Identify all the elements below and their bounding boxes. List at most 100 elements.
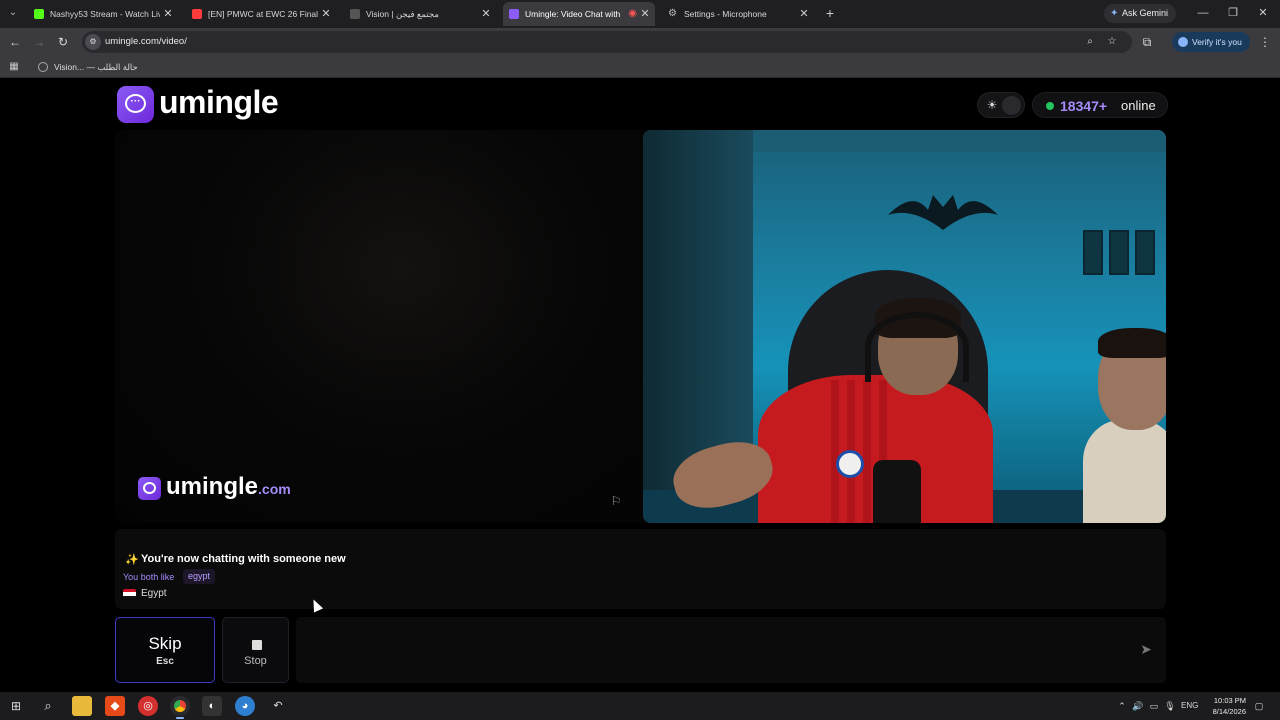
back-arrow-icon[interactable]: ←	[6, 33, 24, 51]
common-interests-label: You both like	[123, 572, 175, 582]
extensions-puzzle-icon[interactable]: ⧉	[1138, 33, 1156, 51]
tab-close-icon[interactable]: ✕	[798, 2, 810, 26]
tab-close-icon[interactable]: ✕	[162, 2, 174, 26]
watermark-suffix: .com	[258, 481, 291, 497]
stop-square-icon	[252, 640, 262, 650]
recording-icon: ◉	[628, 8, 637, 19]
stop-button[interactable]: Stop	[222, 617, 289, 683]
restore-icon[interactable]: ❐	[1223, 4, 1243, 22]
tab-title: Umingle: Video Chat with S	[525, 9, 621, 19]
tab-settings-microphone[interactable]: ⚙ Settings - Microphone ✕	[662, 2, 814, 26]
verify-identity-button[interactable]: Verify it's you	[1172, 32, 1250, 52]
gear-icon: ⚙	[668, 8, 677, 19]
report-flag-icon[interactable]: ⚐	[608, 493, 624, 509]
send-icon[interactable]: ➤	[1138, 641, 1154, 657]
app-back-icon[interactable]: ↶	[268, 696, 288, 716]
microphone-icon[interactable]: 🎙	[1163, 698, 1177, 714]
zoom-icon[interactable]: ⌕	[1082, 34, 1098, 50]
browser-menu-dots-icon[interactable]: ⋮	[1258, 33, 1272, 51]
edge-icon[interactable]: ◕	[235, 696, 255, 716]
online-label: online	[1121, 98, 1156, 113]
tray-chevron-up-icon[interactable]: ⌃	[1115, 698, 1129, 714]
verify-label: Verify it's you	[1192, 37, 1242, 47]
forward-arrow-icon[interactable]: →	[30, 33, 48, 51]
online-counter: 18347+ online	[1032, 92, 1168, 118]
bookmark-label: Vision... — حالة الطلب	[54, 62, 138, 72]
tab-title: Nashyy53 Stream - Watch Live	[50, 9, 160, 19]
toggle-knob	[1002, 96, 1021, 115]
tab-vision[interactable]: Vision | مجتمع فيجن ✕	[344, 2, 496, 26]
url-text[interactable]: umingle.com/video/	[105, 31, 187, 53]
ask-gemini-button[interactable]: ✦ Ask Gemini	[1104, 4, 1176, 23]
tab-title: Vision | مجتمع فيجن	[366, 9, 439, 19]
chat-bubble-logo-icon	[138, 477, 161, 500]
skip-label: Skip	[148, 634, 182, 653]
brave-browser-icon[interactable]: ◆	[105, 696, 125, 716]
tab-close-icon[interactable]: ✕	[639, 2, 651, 26]
online-status-dot	[1046, 102, 1054, 110]
chat-status-message: You're now chatting with someone new	[141, 553, 346, 565]
bookmark-vision[interactable]: Vision... — حالة الطلب	[36, 58, 138, 76]
clock-time: 10:03 PM	[1213, 696, 1246, 705]
stop-label: Stop	[244, 655, 267, 667]
globe-icon	[38, 62, 48, 72]
tab-strip: ⌄ Nashyy53 Stream - Watch Live ✕ [EN] PM…	[0, 0, 1280, 28]
minimize-icon[interactable]: —	[1193, 4, 1213, 22]
windows-taskbar: ⊞ ⌕ ◆ ◎ ◐ ◕ ↶ ⌃ 🔊 ▭ 🎙 ENG 10:03 PM 8/14/…	[0, 692, 1280, 720]
tab-search-chevron-icon[interactable]: ⌄	[4, 4, 22, 22]
self-camera-video	[643, 130, 1166, 523]
tab-close-icon[interactable]: ✕	[480, 2, 492, 26]
sun-icon: ☀	[986, 98, 998, 112]
file-explorer-icon[interactable]	[72, 696, 92, 716]
chrome-icon[interactable]	[170, 696, 190, 719]
windows-start-icon[interactable]: ⊞	[6, 696, 26, 716]
wall-decoration	[888, 195, 998, 230]
ask-gemini-label: Ask Gemini	[1122, 8, 1169, 18]
chat-panel: ✨ You're now chatting with someone new Y…	[115, 529, 1166, 609]
skip-button[interactable]: Skip Esc	[115, 617, 215, 683]
address-bar[interactable]: ⚙ umingle.com/video/ ⌕ ☆	[82, 31, 1132, 53]
chat-bubble-logo-icon: ···	[117, 86, 154, 123]
language-indicator[interactable]: ENG	[1181, 698, 1198, 714]
video-stage: umingle.com ⚐	[115, 130, 1166, 523]
reload-icon[interactable]: ↻	[54, 33, 72, 51]
tab-pmwc-finals[interactable]: [EN] PMWC at EWC 26 Finals D ✕	[186, 2, 336, 26]
egypt-flag-icon	[123, 589, 136, 599]
online-count: 18347+	[1060, 98, 1108, 114]
tab-umingle[interactable]: Umingle: Video Chat with S ◉ ✕	[503, 2, 655, 26]
new-tab-plus-icon[interactable]: +	[822, 4, 838, 22]
profile-icon	[1178, 37, 1188, 47]
bookmark-star-icon[interactable]: ☆	[1104, 34, 1120, 50]
bookmarks-bar: ▦ Vision... — حالة الطلب	[0, 56, 1280, 78]
tab-title: [EN] PMWC at EWC 26 Finals D	[208, 9, 318, 19]
vision-site-icon	[350, 9, 360, 19]
system-clock[interactable]: 10:03 PM 8/14/2026	[1202, 695, 1246, 717]
tab-close-icon[interactable]: ✕	[320, 2, 332, 26]
sparkles-icon: ✨	[125, 554, 139, 566]
theme-toggle[interactable]: ☀	[977, 92, 1025, 118]
gemini-sparkle-icon: ✦	[1110, 8, 1119, 19]
logo-text: umingle	[159, 84, 279, 120]
umingle-icon	[509, 9, 519, 19]
obs-icon[interactable]: ◐	[202, 696, 222, 716]
search-icon[interactable]: ⌕	[38, 696, 58, 716]
skip-shortcut: Esc	[156, 656, 174, 667]
umingle-page: ··· umingle ☀ 18347+ online umingle.com …	[0, 79, 1280, 692]
message-input[interactable]	[296, 617, 1166, 683]
apps-grid-icon[interactable]: ▦	[7, 60, 21, 74]
notifications-icon[interactable]: ▢	[1252, 698, 1266, 714]
wall-frames	[1083, 230, 1163, 300]
interest-tag: egypt	[183, 569, 216, 584]
site-info-icon[interactable]: ⚙	[85, 34, 101, 50]
window-close-icon[interactable]: ✕	[1253, 4, 1273, 22]
stranger-country: Egypt	[141, 588, 167, 599]
stranger-video: umingle.com ⚐	[115, 130, 635, 523]
youtube-icon	[192, 9, 202, 19]
tab-nashyy-stream[interactable]: Nashyy53 Stream - Watch Live ✕	[28, 2, 178, 26]
network-icon[interactable]: ▭	[1147, 698, 1161, 714]
tab-title: Settings - Microphone	[684, 9, 767, 19]
clock-date: 8/14/2026	[1212, 707, 1246, 716]
app-icon[interactable]: ◎	[138, 696, 158, 716]
watermark-text: umingle	[166, 473, 259, 500]
volume-icon[interactable]: 🔊	[1131, 698, 1145, 714]
